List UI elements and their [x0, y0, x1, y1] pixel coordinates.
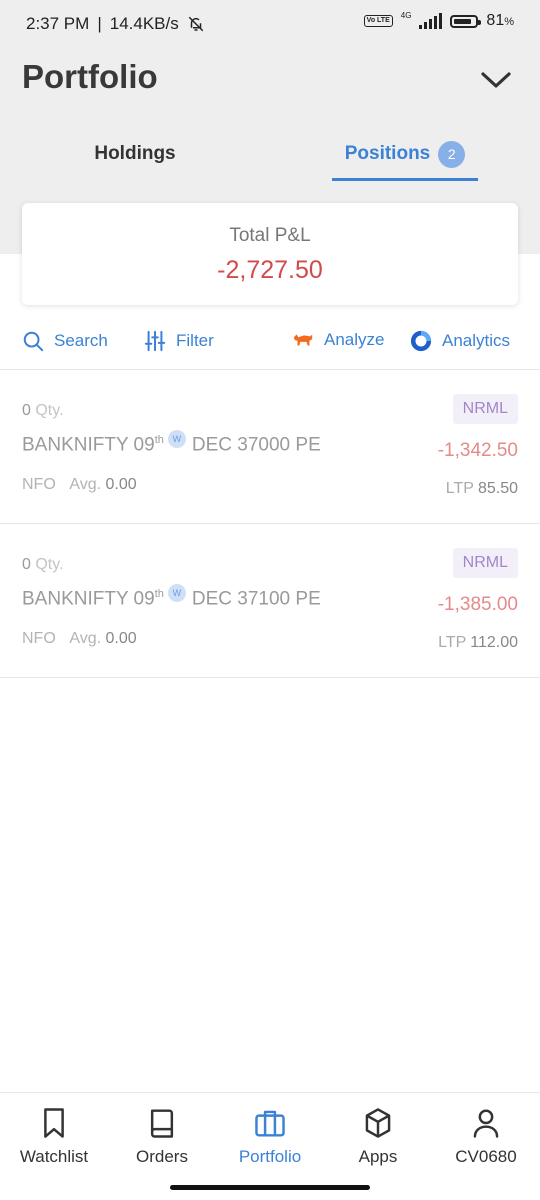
search-icon [23, 331, 44, 352]
position-ltp: LTP 85.50 [445, 480, 518, 497]
position-qty: 0 Qty. [22, 556, 64, 573]
position-symbol: BANKNIFTY 09th W DEC 37100 PE [22, 584, 321, 610]
bookmark-icon [44, 1108, 64, 1138]
product-type-badge: NRML [452, 548, 518, 578]
signal-icon [419, 13, 443, 29]
muted-bell-icon [188, 16, 204, 32]
analytics-ring-icon [410, 330, 432, 352]
tab-positions[interactable]: Positions 2 [332, 130, 478, 181]
briefcase-icon [255, 1110, 285, 1137]
tab-holdings[interactable]: Holdings [76, 130, 194, 178]
analyze-button[interactable]: Analyze [292, 330, 384, 350]
position-exchange: NFO [22, 630, 56, 647]
nav-portfolio[interactable]: Portfolio [216, 1107, 324, 1167]
status-speed: 14.4KB/s [109, 14, 179, 33]
nav-profile[interactable]: CV0680 [432, 1107, 540, 1167]
total-pnl-label: Total P&L [229, 225, 311, 246]
book-icon [150, 1109, 174, 1138]
nav-orders[interactable]: Orders [108, 1107, 216, 1167]
home-indicator[interactable] [170, 1185, 370, 1190]
positions-count-badge: 2 [438, 140, 466, 168]
collapse-button[interactable] [480, 66, 512, 94]
position-exchange: NFO [22, 476, 56, 493]
position-meta: NFO Avg. 0.00 [22, 476, 137, 493]
position-meta: NFO Avg. 0.00 [22, 630, 137, 647]
total-pnl-card: Total P&L -2,727.50 [22, 203, 518, 305]
status-right: Vo LTE 4G 81% [363, 10, 514, 30]
battery-fill [454, 18, 471, 24]
positions-toolbar: Search Filter Analyze Analytics [0, 322, 540, 362]
status-time: 2:37 PM [26, 14, 90, 33]
position-pnl: -1,385.00 [437, 594, 518, 615]
sliders-icon [144, 330, 166, 352]
nav-watchlist[interactable]: Watchlist [0, 1107, 108, 1167]
position-symbol: BANKNIFTY 09th W DEC 37000 PE [22, 430, 321, 456]
status-bar: 2:37 PM | 14.4KB/s Vo LTE 4G 81% [0, 0, 540, 48]
analytics-button[interactable]: Analytics [410, 330, 510, 352]
chevron-down-icon [481, 72, 511, 88]
weekly-expiry-badge: W [167, 584, 186, 602]
position-row[interactable]: 0 Qty. BANKNIFTY 09th W DEC 37100 PE NFO A… [0, 524, 540, 676]
bottom-navigation: Watchlist Orders Portfolio Apps CV0680 [0, 1092, 540, 1179]
battery-icon [450, 14, 482, 28]
search-button[interactable]: Search [22, 330, 108, 352]
position-avg: 0.00 [105, 630, 137, 647]
total-pnl-value: -2,727.50 [217, 256, 323, 284]
status-left: 2:37 PM | 14.4KB/s [26, 14, 205, 34]
position-avg: 0.00 [105, 476, 137, 493]
nav-apps[interactable]: Apps [324, 1107, 432, 1167]
volte-icon: Vo LTE [363, 15, 393, 27]
filter-button[interactable]: Filter [144, 330, 214, 352]
network-type: 4G [400, 10, 412, 20]
position-row[interactable]: 0 Qty. BANKNIFTY 09th W DEC 37000 PE NFO A… [0, 370, 540, 522]
user-icon [473, 1109, 499, 1138]
cube-icon [365, 1108, 391, 1138]
divider [0, 677, 540, 678]
position-pnl: -1,342.50 [437, 440, 518, 461]
position-qty: 0 Qty. [22, 402, 64, 419]
position-ltp: LTP 112.00 [438, 634, 518, 651]
weekly-expiry-badge: W [167, 430, 186, 448]
bull-icon [293, 334, 313, 346]
page-title: Portfolio [22, 58, 158, 95]
product-type-badge: NRML [452, 394, 518, 424]
battery-percent: 81 [486, 12, 505, 29]
